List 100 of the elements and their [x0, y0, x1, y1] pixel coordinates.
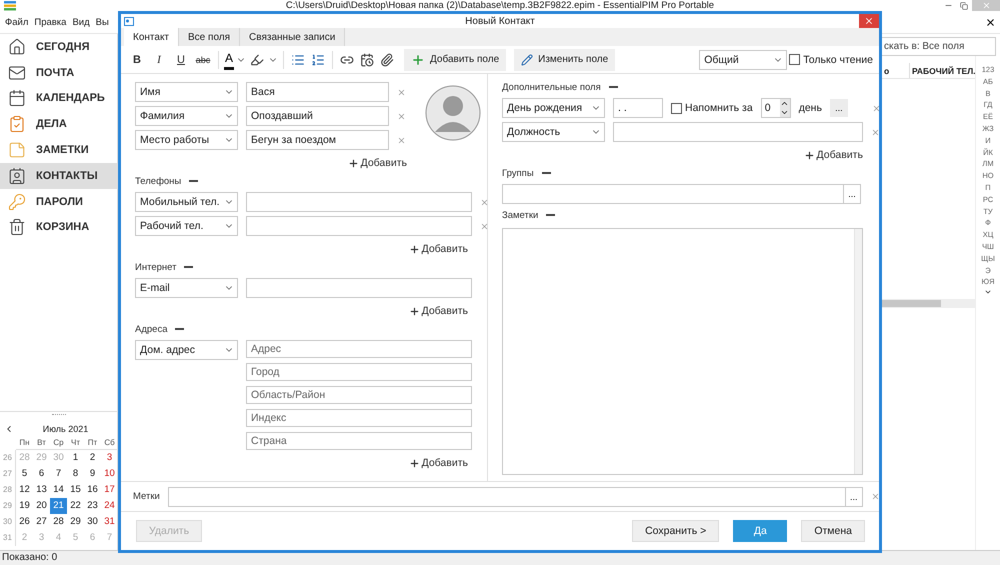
menu-item[interactable]: Вы: [92, 16, 112, 28]
address-field[interactable]: Адрес: [246, 340, 472, 358]
field-type-select[interactable]: Имя: [135, 82, 238, 102]
add-button[interactable]: Добавить: [408, 242, 468, 256]
readonly-checkbox[interactable]: [789, 54, 800, 65]
plus-icon[interactable]: [408, 458, 420, 468]
plus-icon[interactable]: [408, 306, 420, 316]
days-spinbox[interactable]: 0: [760, 98, 791, 118]
pencil-icon[interactable]: [521, 54, 534, 66]
remove-button[interactable]: [870, 492, 880, 501]
groups-field[interactable]: ...: [502, 184, 861, 204]
calendar-day[interactable]: 3: [101, 450, 118, 466]
text-field[interactable]: [246, 278, 472, 298]
scrollbar[interactable]: [881, 299, 975, 308]
calendar-day[interactable]: 28: [50, 514, 67, 530]
strike-button[interactable]: abc: [193, 50, 213, 70]
nav-item[interactable]: СЕГОДНЯ: [0, 34, 117, 60]
remove-button[interactable]: [871, 128, 879, 136]
menu-item[interactable]: Вид: [69, 16, 93, 28]
nav-item[interactable]: ДЕЛА: [0, 111, 117, 138]
number-value[interactable]: 0: [762, 99, 780, 117]
calendar-day[interactable]: 27: [33, 514, 50, 530]
calendar-day[interactable]: 12: [16, 482, 33, 498]
calendar-day[interactable]: 15: [67, 482, 84, 498]
close-button[interactable]: [985, 16, 996, 28]
calendar-day[interactable]: 6: [33, 466, 50, 482]
add-label[interactable]: Добавить: [422, 305, 468, 317]
cancel-button[interactable]: Отмена: [801, 520, 865, 542]
add-label[interactable]: Добавить: [422, 243, 468, 255]
menu-item[interactable]: Файл: [2, 16, 32, 28]
field-type-select[interactable]: Фамилия: [135, 106, 238, 126]
text-field[interactable]: Вася: [246, 82, 389, 102]
address-field[interactable]: Индекс: [246, 409, 472, 427]
plus-icon[interactable]: [408, 244, 420, 254]
tab[interactable]: Все поля: [179, 28, 240, 46]
add-button[interactable]: Добавить: [348, 156, 407, 170]
more-button[interactable]: ...: [830, 99, 848, 117]
add-label[interactable]: Добавить: [816, 149, 863, 161]
calendar-day[interactable]: 20: [33, 498, 50, 514]
category-select[interactable]: Общий: [699, 50, 788, 70]
close-icon[interactable]: [864, 16, 874, 26]
calendar-day[interactable]: 30: [84, 514, 101, 530]
field-type-select[interactable]: Мобильный тел.: [135, 192, 238, 212]
button-label[interactable]: Изменить поле: [538, 54, 608, 65]
underline-button[interactable]: U: [171, 50, 191, 70]
bold-button[interactable]: B: [127, 50, 147, 70]
remove-button[interactable]: [397, 88, 406, 96]
calendar-day[interactable]: 14: [50, 482, 67, 498]
text-field[interactable]: Опоздавший: [246, 106, 389, 126]
calendar-day[interactable]: 1: [67, 450, 84, 466]
calendar-day[interactable]: 19: [16, 498, 33, 514]
remove-button[interactable]: [480, 222, 489, 230]
remove-button[interactable]: [397, 112, 406, 120]
nav-item[interactable]: ЗАМЕТКИ: [0, 137, 117, 163]
add-button[interactable]: Добавить: [408, 304, 468, 318]
menu-item[interactable]: Правка: [31, 16, 70, 28]
add-label[interactable]: Добавить: [422, 457, 468, 469]
calendar-day[interactable]: 7: [50, 466, 67, 482]
text-field[interactable]: [613, 122, 863, 142]
font-color-button[interactable]: A: [224, 50, 234, 70]
field-type-select[interactable]: Должность: [502, 122, 605, 142]
field-type-select[interactable]: День рождения: [502, 98, 605, 118]
remove-button[interactable]: [480, 198, 489, 206]
calendar-day[interactable]: 29: [67, 514, 84, 530]
calendar-day[interactable]: 26: [16, 514, 33, 530]
button-label[interactable]: Добавить поле: [430, 54, 500, 65]
calendar-day[interactable]: 24: [101, 498, 118, 514]
edit-field-button[interactable]: Изменить поле: [514, 48, 616, 70]
remove-button[interactable]: [397, 136, 406, 144]
add-label[interactable]: Добавить: [360, 157, 407, 169]
nav-item[interactable]: КАЛЕНДАРЬ: [0, 86, 117, 112]
plus-icon[interactable]: [804, 150, 815, 160]
field-type-select[interactable]: Рабочий тел.: [135, 216, 238, 236]
remind-checkbox[interactable]: [671, 102, 682, 114]
search-field[interactable]: скать в: Все поля: [880, 37, 996, 56]
calendar-day[interactable]: 16: [84, 482, 101, 498]
text-field[interactable]: [246, 192, 472, 212]
scrollbar[interactable]: [854, 229, 862, 474]
address-field[interactable]: Область/Район: [246, 386, 472, 404]
spin-up-icon[interactable]: [780, 99, 789, 108]
calendar-day[interactable]: 9: [84, 466, 101, 482]
nav-item[interactable]: КОНТАКТЫ: [0, 162, 117, 189]
text-field[interactable]: [246, 216, 472, 236]
notes-field[interactable]: [502, 228, 863, 475]
column-header[interactable]: РАБОЧИЙ ТЕЛ.: [909, 63, 975, 78]
calendar-day[interactable]: 2: [84, 450, 101, 466]
calendar-day[interactable]: 17: [101, 482, 118, 498]
calendar-day[interactable]: 10: [101, 466, 118, 482]
calendar-day[interactable]: 31: [101, 514, 118, 530]
remove-button[interactable]: [872, 104, 879, 112]
calendar-day[interactable]: 22: [67, 498, 84, 514]
add-field-button[interactable]: Добавить поле: [404, 48, 506, 70]
tags-field[interactable]: ...: [168, 486, 863, 506]
calendar-day[interactable]: 23: [84, 498, 101, 514]
add-button[interactable]: Добавить: [804, 148, 863, 162]
text-field[interactable]: Бегун за поездом: [246, 130, 389, 150]
contact-photo-icon[interactable]: [424, 84, 482, 142]
spin-down-icon[interactable]: [780, 108, 789, 117]
nav-item[interactable]: ПОЧТА: [0, 60, 117, 86]
nav-item[interactable]: КОРЗИНА: [0, 214, 117, 240]
